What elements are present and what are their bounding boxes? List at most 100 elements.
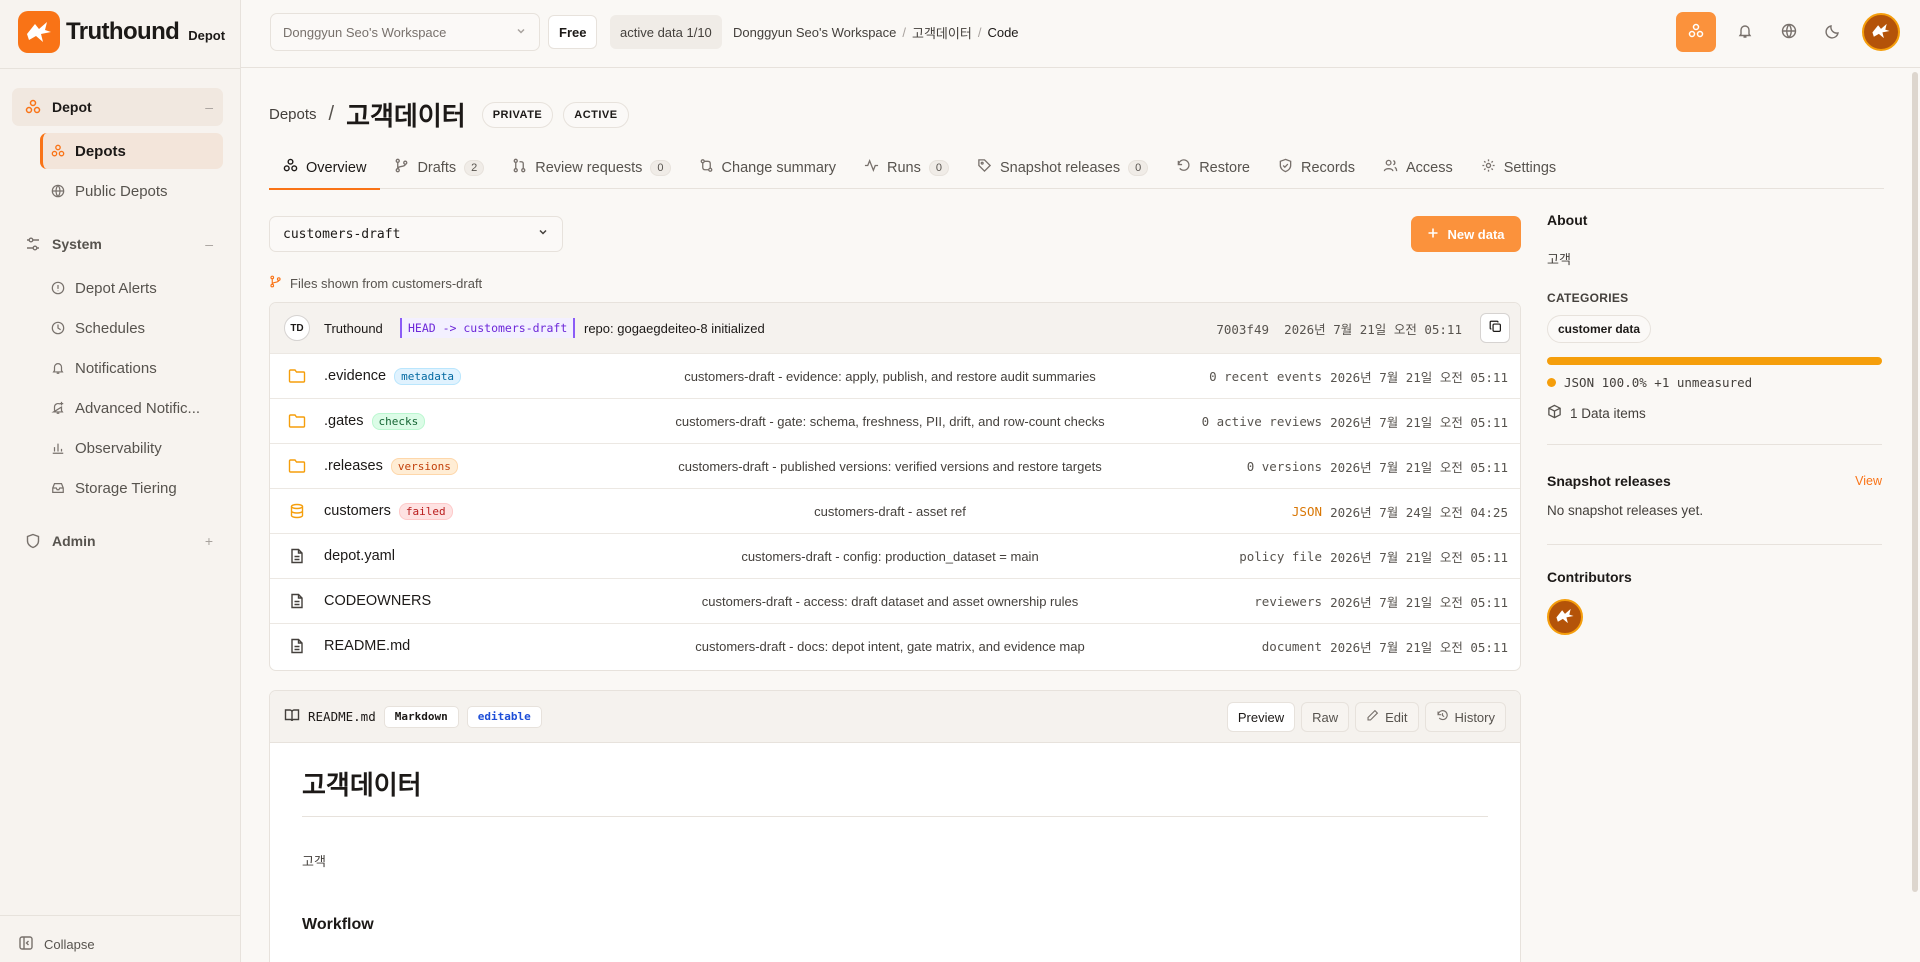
commit-message[interactable]: repo: gogaegdeiteo-8 initialized xyxy=(584,321,765,336)
file-commit-message[interactable]: customers-draft - access: draft dataset … xyxy=(670,594,1110,609)
package-icon xyxy=(1547,404,1562,422)
file-row[interactable]: .evidence metadata customers-draft - evid… xyxy=(270,353,1520,398)
copy-sha-button[interactable] xyxy=(1480,313,1510,343)
head-ref-badge: HEAD -> customers-draft xyxy=(400,318,576,338)
snapshot-view-link[interactable]: View xyxy=(1855,474,1882,488)
file-commit-message[interactable]: customers-draft - docs: depot intent, ga… xyxy=(670,639,1110,654)
truthound-logo-icon xyxy=(1555,607,1575,628)
file-meta: reviewers xyxy=(1254,593,1322,609)
tab-drafts[interactable]: Drafts 2 xyxy=(380,147,498,189)
sidebar-item-label: Observability xyxy=(75,439,162,457)
tab-access[interactable]: Access xyxy=(1369,147,1467,189)
file-row[interactable]: .gates checks customers-draft - gate: sch… xyxy=(270,398,1520,443)
tab-review-requests[interactable]: Review requests 0 xyxy=(498,147,684,189)
file-date: 2026년 7월 21일 오전 05:11 xyxy=(1330,414,1508,430)
nav-group-admin[interactable]: Admin + xyxy=(12,522,223,560)
file-name[interactable]: .releases xyxy=(324,458,383,474)
tab-count: 0 xyxy=(1128,159,1149,176)
file-name-cell: CODEOWNERS xyxy=(324,593,431,609)
file-row[interactable]: README.md customers-draft - docs: depot … xyxy=(270,623,1520,668)
file-date: 2026년 7월 21일 오전 05:11 xyxy=(1330,549,1508,565)
user-avatar[interactable] xyxy=(1862,13,1900,51)
breadcrumb: Donggyun Seo's Workspace / 고객데이터 / Code xyxy=(733,15,1019,49)
file-row[interactable]: .releases versions customers-draft - publ… xyxy=(270,443,1520,488)
sidebar-item-depots[interactable]: Depots xyxy=(40,133,223,169)
edit-button[interactable]: Edit xyxy=(1355,702,1419,732)
theme-toggle-button[interactable] xyxy=(1818,17,1848,47)
breadcrumb-separator: / xyxy=(328,103,335,125)
tab-change-summary[interactable]: Change summary xyxy=(685,147,850,189)
editable-badge: editable xyxy=(466,705,542,728)
file-name[interactable]: .gates xyxy=(324,413,364,429)
tab-overview[interactable]: Overview xyxy=(269,147,381,190)
sidebar-item-advanced-notifications[interactable]: Advanced Notific... xyxy=(40,390,223,426)
folder-icon xyxy=(288,412,306,430)
git-branch-icon xyxy=(269,275,282,291)
commit-sha[interactable]: 7003f49 xyxy=(1216,322,1269,337)
preview-button[interactable]: Preview xyxy=(1226,702,1296,732)
tab-records[interactable]: Records xyxy=(1264,147,1369,189)
readme-body: 고객데이터 고객 Workflow xyxy=(270,743,1520,956)
file-row[interactable]: customers failed customers-draft - asset … xyxy=(270,488,1520,533)
tab-restore[interactable]: Restore xyxy=(1162,147,1264,189)
page-scrollbar[interactable] xyxy=(1912,72,1918,892)
file-commit-message[interactable]: customers-draft - asset ref xyxy=(670,504,1110,519)
file-commit-message[interactable]: customers-draft - evidence: apply, publi… xyxy=(670,369,1110,384)
json-dot-icon xyxy=(1547,378,1556,387)
readme-filename: README.md xyxy=(308,709,376,724)
sidebar-item-depot-alerts[interactable]: Depot Alerts xyxy=(40,270,223,306)
collapse-sidebar-button[interactable]: Collapse xyxy=(18,935,95,954)
branch-select-value: customers-draft xyxy=(283,226,401,242)
workspace-select[interactable]: Donggyun Seo's Workspace xyxy=(270,13,540,51)
history-button[interactable]: History xyxy=(1424,702,1506,732)
breadcrumb-workspace[interactable]: Donggyun Seo's Workspace xyxy=(733,25,896,40)
file-name-cell: customers failed xyxy=(324,502,453,520)
nav-group-system[interactable]: System – xyxy=(12,225,223,263)
contributor-avatar[interactable] xyxy=(1547,599,1583,635)
breadcrumb-depot[interactable]: 고객데이터 xyxy=(912,23,972,42)
committer-name[interactable]: Truthound xyxy=(324,321,383,336)
data-items: 1 Data items xyxy=(1547,404,1882,422)
sidebar-item-storage-tiering[interactable]: Storage Tiering xyxy=(40,470,223,506)
depot-switch-button[interactable] xyxy=(1676,12,1716,52)
file-name[interactable]: CODEOWNERS xyxy=(324,593,431,609)
tab-snapshot-releases[interactable]: Snapshot releases 0 xyxy=(963,147,1162,189)
sidebar-item-notifications[interactable]: Notifications xyxy=(40,350,223,386)
readme-subheading: Workflow xyxy=(302,916,374,933)
file-name[interactable]: customers xyxy=(324,503,391,519)
language-bar xyxy=(1547,357,1882,365)
branch-select[interactable]: customers-draft xyxy=(269,216,563,252)
file-name[interactable]: depot.yaml xyxy=(324,548,395,564)
new-data-button[interactable]: New data xyxy=(1411,216,1521,252)
expand-group-icon[interactable]: + xyxy=(205,533,213,549)
file-row[interactable]: CODEOWNERS customers-draft - access: dra… xyxy=(270,578,1520,623)
raw-button[interactable]: Raw xyxy=(1301,702,1350,732)
breadcrumb-separator: / xyxy=(902,24,907,40)
file-commit-message[interactable]: customers-draft - config: production_dat… xyxy=(670,549,1110,564)
notifications-button[interactable] xyxy=(1730,17,1760,47)
nav-group-depot[interactable]: Depot – xyxy=(12,88,223,126)
tab-runs[interactable]: Runs 0 xyxy=(850,147,963,189)
collapse-group-icon[interactable]: – xyxy=(205,99,213,115)
bar-chart-icon xyxy=(50,440,66,456)
category-pill[interactable]: customer data xyxy=(1547,315,1652,343)
tab-settings[interactable]: Settings xyxy=(1467,147,1570,189)
brand-logo[interactable]: Truthound Depot xyxy=(18,10,225,54)
readme-panel: README.md Markdown editable Preview Raw … xyxy=(269,690,1521,962)
sidebar-item-schedules[interactable]: Schedules xyxy=(40,310,223,346)
file-commit-message[interactable]: customers-draft - gate: schema, freshnes… xyxy=(670,414,1110,429)
depots-breadcrumb-link[interactable]: Depots xyxy=(269,106,317,123)
file-name[interactable]: README.md xyxy=(324,638,410,654)
file-row[interactable]: depot.yaml customers-draft - config: pro… xyxy=(270,533,1520,578)
rotate-ccw-icon xyxy=(1176,158,1191,177)
file-name[interactable]: .evidence xyxy=(324,368,386,384)
sidebar-item-public-depots[interactable]: Public Depots xyxy=(40,173,223,209)
collapse-group-icon[interactable]: – xyxy=(205,236,213,252)
file-text-icon xyxy=(288,637,306,655)
sidebar-item-observability[interactable]: Observability xyxy=(40,430,223,466)
bell-plus-icon xyxy=(50,400,66,416)
breadcrumb-separator: / xyxy=(977,24,982,40)
language-button[interactable] xyxy=(1774,17,1804,47)
moon-icon xyxy=(1825,23,1841,42)
file-commit-message[interactable]: customers-draft - published versions: ve… xyxy=(670,459,1110,474)
